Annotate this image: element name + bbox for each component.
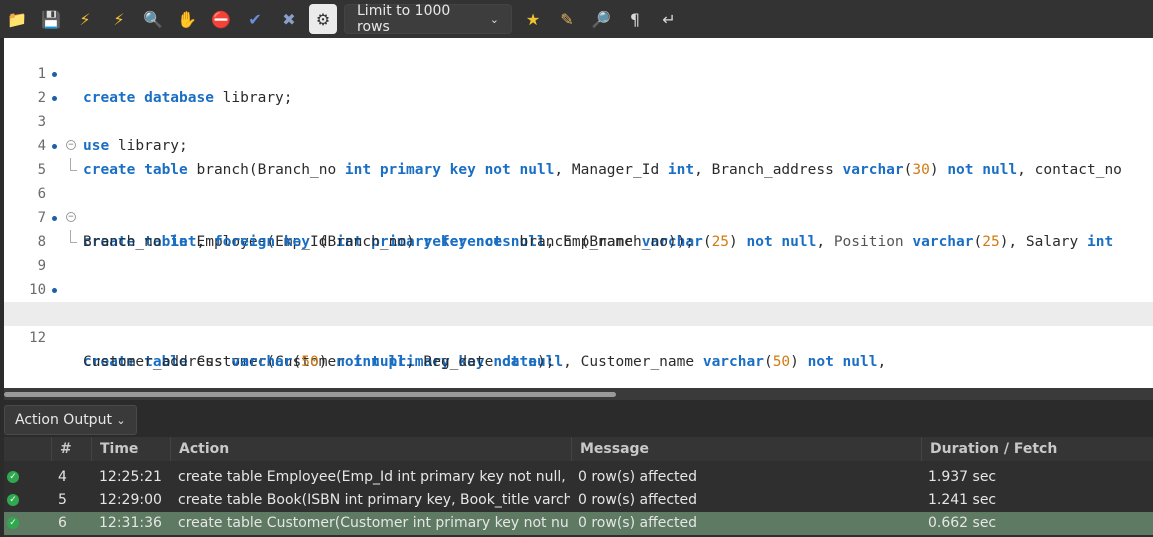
open-folder-icon[interactable]: 📁 <box>0 0 34 38</box>
code-line: 9 Status boolean, Author varchar(50), Pu… <box>4 230 1153 322</box>
fold-toggle-icon[interactable]: − <box>66 212 76 222</box>
code-line-current: 12 Customer_address varchar(50) not null… <box>4 302 1153 370</box>
code-text: Customer_address varchar(50) not null, R… <box>83 354 555 370</box>
table-row[interactable]: ✓ 5 12:29:00 create table Book(ISBN int … <box>4 489 1153 512</box>
success-check-icon: ✓ <box>7 494 19 506</box>
fold-end-marker <box>70 158 77 171</box>
row-message: 0 row(s) affected <box>578 469 698 485</box>
brush-icon[interactable]: ✎ <box>550 0 584 38</box>
row-number: 4 <box>58 469 67 485</box>
wrap-icon[interactable]: ↵ <box>652 0 686 38</box>
row-duration: 0.662 sec <box>928 515 997 531</box>
toggle-error-icon[interactable]: ⛔ <box>204 0 238 38</box>
row-duration: 1.937 sec <box>928 469 997 485</box>
find-icon[interactable]: 🔎 <box>584 0 618 38</box>
code-line: 3 create table branch(Branch_no int prim… <box>4 86 1153 178</box>
row-action: create table Book(ISBN int primary key, … <box>178 492 570 508</box>
row-duration: 1.241 sec <box>928 492 997 508</box>
row-message: 0 row(s) affected <box>578 492 698 508</box>
code-line: 4 <box>4 110 1153 154</box>
row-number: 6 <box>58 515 67 531</box>
stop-icon[interactable]: ✋ <box>170 0 204 38</box>
statement-marker <box>52 216 57 221</box>
statement-marker <box>52 96 57 101</box>
execute-current-icon[interactable]: ⚡ <box>102 0 136 38</box>
column-header-duration[interactable]: Duration / Fetch <box>922 437 1153 461</box>
fold-toggle-icon[interactable]: − <box>66 140 76 150</box>
scrollbar-thumb[interactable] <box>4 392 616 397</box>
commit-icon[interactable]: ✔ <box>238 0 272 38</box>
statement-marker <box>52 72 57 77</box>
rollback-icon[interactable]: ✖ <box>272 0 306 38</box>
column-header-time[interactable]: Time <box>92 437 171 461</box>
fold-end-marker <box>70 230 77 243</box>
save-icon[interactable]: 💾 <box>34 0 68 38</box>
code-line: 11 create table Customer(Customer int pr… <box>4 278 1153 370</box>
sql-editor[interactable]: 1 create database library; 2 use library… <box>4 38 1153 388</box>
autocommit-icon[interactable]: ⚙ <box>309 4 337 34</box>
row-time: 12:25:21 <box>99 469 162 485</box>
limit-rows-label: Limit to 1000 rows <box>357 3 451 35</box>
execute-icon[interactable]: ⚡ <box>68 0 102 38</box>
explain-icon[interactable]: 🔍 <box>136 0 170 38</box>
statement-marker <box>52 288 57 293</box>
statement-marker <box>52 144 57 149</box>
row-message: 0 row(s) affected <box>578 515 698 531</box>
row-number: 5 <box>58 492 67 508</box>
output-panel-header <box>0 400 1153 436</box>
row-action: create table Employee(Emp_Id int primary… <box>178 469 570 485</box>
success-check-icon: ✓ <box>7 471 19 483</box>
column-header-message[interactable]: Message <box>572 437 922 461</box>
code-line: 5 − create table Employee(Emp_Id int pri… <box>4 134 1153 250</box>
line-number: 12 <box>29 330 46 346</box>
row-action: create table Customer(Customer int prima… <box>178 515 570 531</box>
invisible-chars-icon[interactable]: ¶ <box>618 0 652 38</box>
column-header-number[interactable]: # <box>52 437 92 461</box>
column-header-status <box>4 437 52 461</box>
code-line: 6 Branch_no int, foreign key (Branch_no)… <box>4 158 1153 250</box>
chevron-down-icon: ⌄ <box>489 12 499 26</box>
sql-editor-toolbar: 📁 💾 ⚡ ⚡ 🔍 ✋ ⛔ ✔ ✖ ⚙ Limit to 1000 rows ⌄… <box>0 0 1153 38</box>
limit-rows-select[interactable]: Limit to 1000 rows ⌄ <box>344 3 512 35</box>
code-line: 10 <box>4 254 1153 298</box>
table-row[interactable]: ✓ 4 12:25:21 create table Employee(Emp_I… <box>4 466 1153 489</box>
code-line: 7 <box>4 182 1153 226</box>
output-type-dropdown[interactable]: Action Output ⌄ <box>4 405 137 435</box>
beautify-icon[interactable]: ★ <box>516 0 550 38</box>
success-check-icon: ✓ <box>7 517 19 529</box>
column-header-action[interactable]: Action <box>171 437 572 461</box>
chevron-down-icon: ⌄ <box>116 414 126 427</box>
action-output-table: # Time Action Message Duration / Fetch ✓… <box>4 437 1153 537</box>
row-time: 12:29:00 <box>99 492 162 508</box>
table-row-selected[interactable]: ✓ 6 12:31:36 create table Customer(Custo… <box>4 512 1153 535</box>
row-time: 12:31:36 <box>99 515 162 531</box>
output-type-label: Action Output <box>15 412 112 428</box>
code-line: 8 − create table Book(ISBN int primary k… <box>4 206 1153 322</box>
code-line: 2 use library; <box>4 62 1153 154</box>
code-line: 1 create database library; <box>4 38 1153 106</box>
